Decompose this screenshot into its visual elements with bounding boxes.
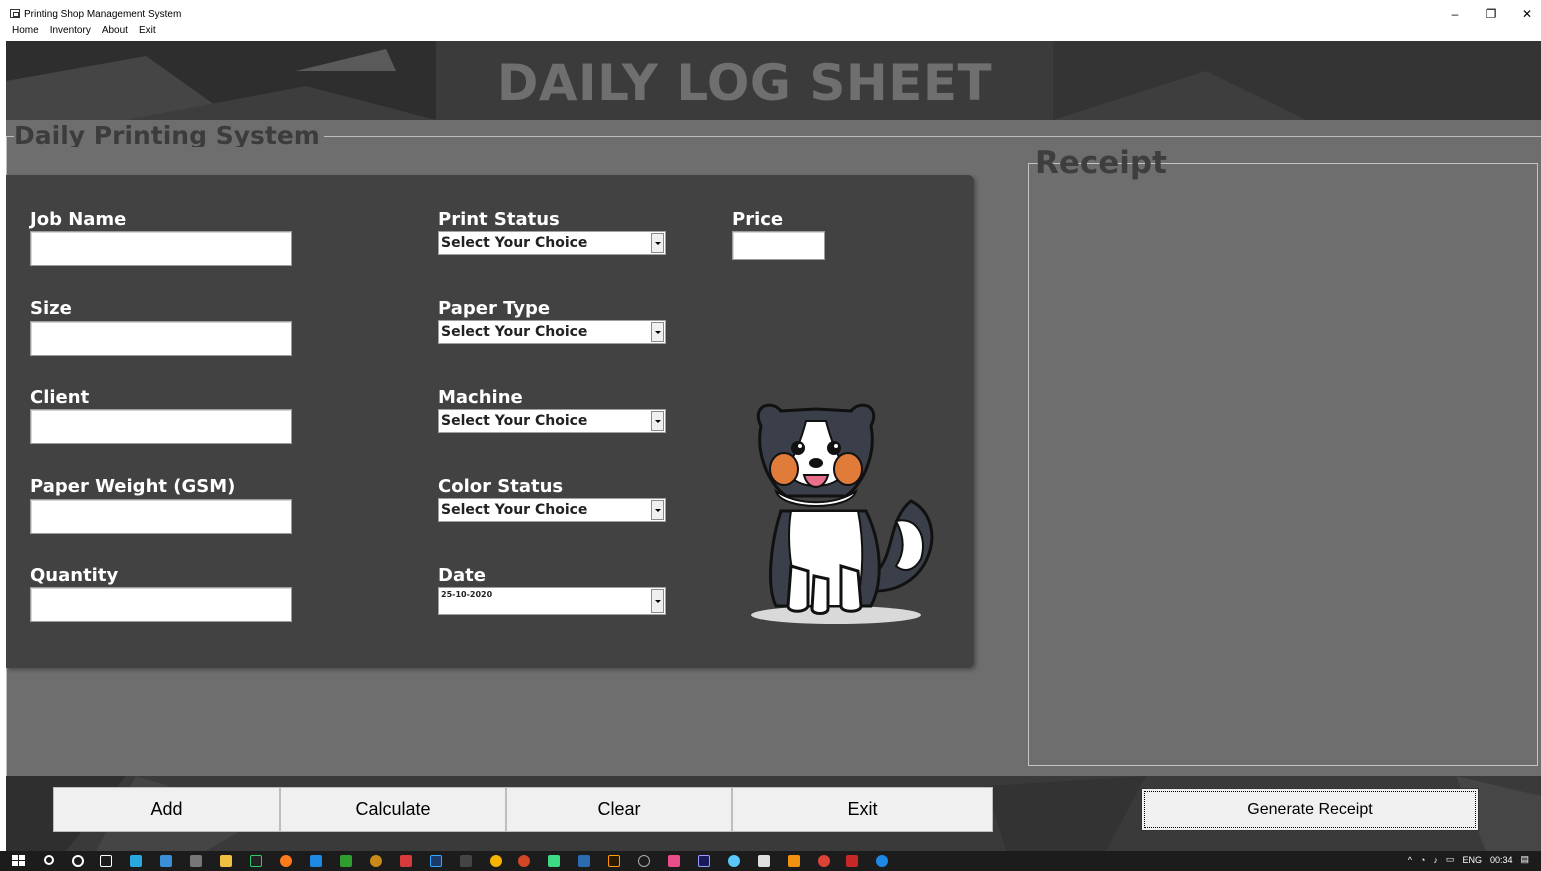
taskbar-app-icon[interactable]: [400, 855, 412, 867]
menu-inventory[interactable]: Inventory: [50, 25, 91, 39]
taskbar-app-icon[interactable]: [818, 855, 830, 867]
taskbar: ^ ◔ ♪ ▭ ENG 00:34 ▤: [0, 851, 1541, 871]
taskbar-app-icon[interactable]: [190, 855, 202, 867]
date-label: Date: [438, 565, 486, 586]
chevron-down-icon[interactable]: [651, 233, 664, 253]
client-input[interactable]: [30, 409, 292, 444]
taskbar-app-icon[interactable]: [638, 855, 650, 867]
price-label: Price: [732, 209, 784, 230]
powerpoint-icon[interactable]: [518, 855, 530, 867]
taskbar-app-icon[interactable]: [668, 855, 680, 867]
menu-exit[interactable]: Exit: [139, 25, 156, 39]
illustrator-icon[interactable]: [608, 855, 620, 867]
chevron-down-icon[interactable]: [651, 411, 664, 431]
file-explorer-icon[interactable]: [220, 855, 232, 867]
firefox-icon[interactable]: [280, 855, 292, 867]
job-name-label: Job Name: [30, 209, 127, 230]
network-icon[interactable]: ◔: [1420, 855, 1425, 865]
task-view-icon[interactable]: [100, 855, 112, 867]
form-panel: Job Name Size Client Paper Weight (GSM) …: [6, 175, 974, 668]
taskbar-app-icon[interactable]: [758, 855, 770, 867]
size-label: Size: [30, 298, 72, 319]
calculate-button[interactable]: Calculate: [280, 787, 506, 832]
vscode-icon[interactable]: [310, 855, 322, 867]
restore-button[interactable]: ❐: [1483, 6, 1499, 22]
banner-title: DAILY LOG SHEET: [496, 54, 993, 112]
paper-type-label: Paper Type: [438, 298, 551, 319]
date-picker[interactable]: 25-10-2020: [438, 587, 666, 615]
print-status-value: Select Your Choice: [441, 235, 588, 251]
language-indicator[interactable]: ENG: [1462, 855, 1482, 865]
taskbar-app-icon[interactable]: [160, 855, 172, 867]
notification-icon[interactable]: ▤: [1520, 854, 1529, 865]
clear-button[interactable]: Clear: [506, 787, 732, 832]
chevron-down-icon[interactable]: [651, 500, 664, 520]
machine-label: Machine: [438, 387, 523, 408]
keyboard-icon[interactable]: ▭: [1446, 854, 1455, 865]
machine-value: Select Your Choice: [441, 413, 588, 429]
menu-home[interactable]: Home: [12, 25, 39, 39]
windows-start-icon[interactable]: [12, 855, 25, 867]
chevron-down-icon[interactable]: [651, 322, 664, 342]
generate-receipt-button[interactable]: Generate Receipt: [1141, 788, 1479, 831]
quantity-label: Quantity: [30, 565, 119, 586]
chrome-icon[interactable]: [490, 855, 502, 867]
close-button[interactable]: ✕: [1519, 6, 1535, 22]
app-icon: [10, 9, 20, 18]
search-icon[interactable]: [44, 855, 54, 865]
chevron-down-icon[interactable]: [651, 589, 664, 613]
add-button[interactable]: Add: [53, 787, 280, 832]
paper-weight-label: Paper Weight (GSM): [30, 476, 236, 497]
exit-button[interactable]: Exit: [732, 787, 993, 832]
clock[interactable]: 00:34: [1490, 855, 1513, 865]
taskbar-app-icon[interactable]: [728, 855, 740, 867]
taskbar-app-icon[interactable]: [340, 855, 352, 867]
cortana-icon[interactable]: [72, 855, 84, 867]
color-status-value: Select Your Choice: [441, 502, 588, 518]
volume-icon[interactable]: ♪: [1433, 855, 1438, 865]
android-studio-icon[interactable]: [548, 855, 560, 867]
color-status-select[interactable]: Select Your Choice: [438, 498, 666, 522]
taskbar-app-icon[interactable]: [876, 855, 888, 867]
color-status-label: Color Status: [438, 476, 564, 497]
taskbar-app-icon[interactable]: [578, 855, 590, 867]
machine-select[interactable]: Select Your Choice: [438, 409, 666, 433]
bottom-bar: Add Calculate Clear Exit Generate Receip…: [6, 776, 1541, 851]
system-tray: ^ ◔ ♪ ▭ ENG 00:34 ▤: [1408, 854, 1529, 865]
taskbar-app-icon[interactable]: [788, 855, 800, 867]
menu-bar: Home Inventory About Exit: [0, 25, 156, 39]
photoshop-icon[interactable]: [430, 855, 442, 867]
date-value: 25-10-2020: [441, 590, 493, 599]
client-label: Client: [30, 387, 90, 408]
print-status-label: Print Status: [438, 209, 560, 230]
taskbar-app-icon[interactable]: [370, 855, 382, 867]
size-input[interactable]: [30, 321, 292, 356]
section-title: Daily Printing System: [14, 121, 324, 147]
window-title: Printing Shop Management System: [24, 9, 182, 20]
dog-mascot-image: [751, 403, 934, 624]
paper-weight-input[interactable]: [30, 499, 292, 534]
pycharm-icon[interactable]: [250, 855, 262, 867]
app-frame: DAILY LOG SHEET Daily Printing System Jo…: [6, 41, 1541, 851]
job-name-input[interactable]: [30, 231, 292, 266]
taskbar-app-icon[interactable]: [130, 855, 142, 867]
paper-type-select[interactable]: Select Your Choice: [438, 320, 666, 344]
chevron-up-icon[interactable]: ^: [1408, 855, 1412, 865]
title-bar: Printing Shop Management System – ❐ ✕: [0, 0, 1541, 24]
quantity-input[interactable]: [30, 587, 292, 622]
acrobat-icon[interactable]: [846, 855, 858, 867]
price-input[interactable]: [732, 231, 825, 260]
taskbar-app-icon[interactable]: [460, 855, 472, 867]
paper-type-value: Select Your Choice: [441, 324, 588, 340]
banner: DAILY LOG SHEET: [6, 41, 1541, 120]
menu-about[interactable]: About: [102, 25, 128, 39]
print-status-select[interactable]: Select Your Choice: [438, 231, 666, 255]
minimize-button[interactable]: –: [1447, 6, 1463, 22]
receipt-area[interactable]: [1028, 163, 1538, 766]
after-effects-icon[interactable]: [698, 855, 710, 867]
receipt-title: Receipt: [1035, 145, 1167, 181]
